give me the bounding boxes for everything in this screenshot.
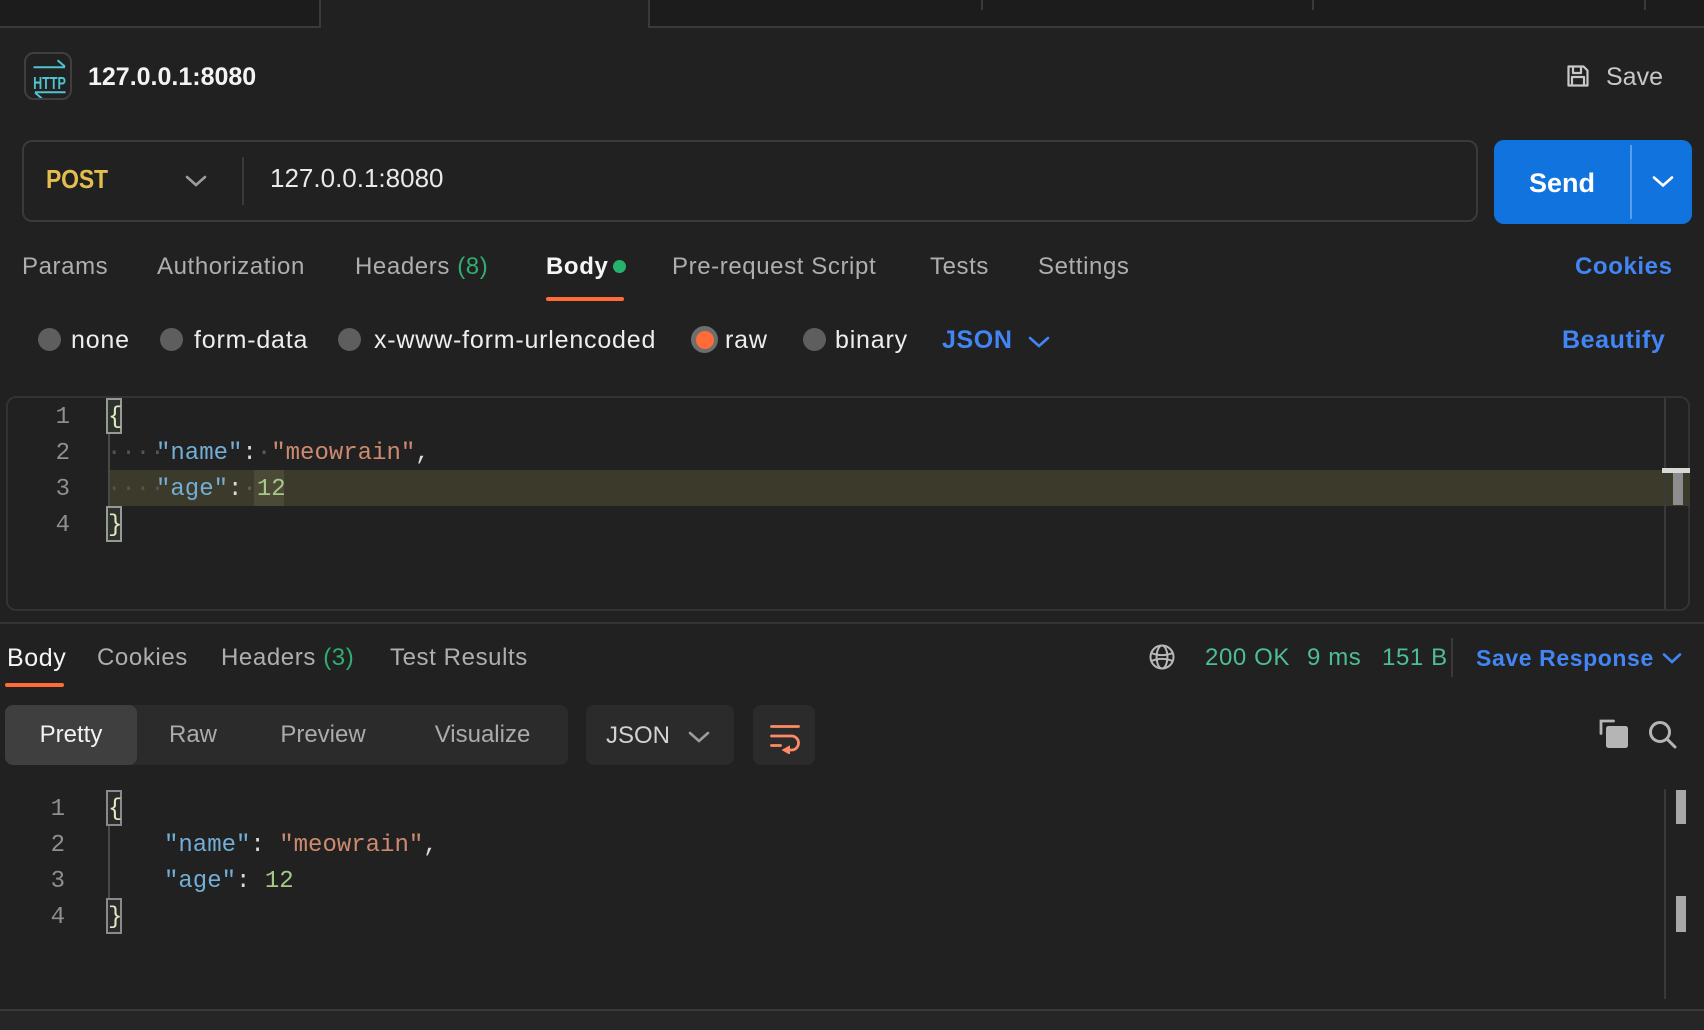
svg-text:HTTP: HTTP (33, 74, 66, 94)
